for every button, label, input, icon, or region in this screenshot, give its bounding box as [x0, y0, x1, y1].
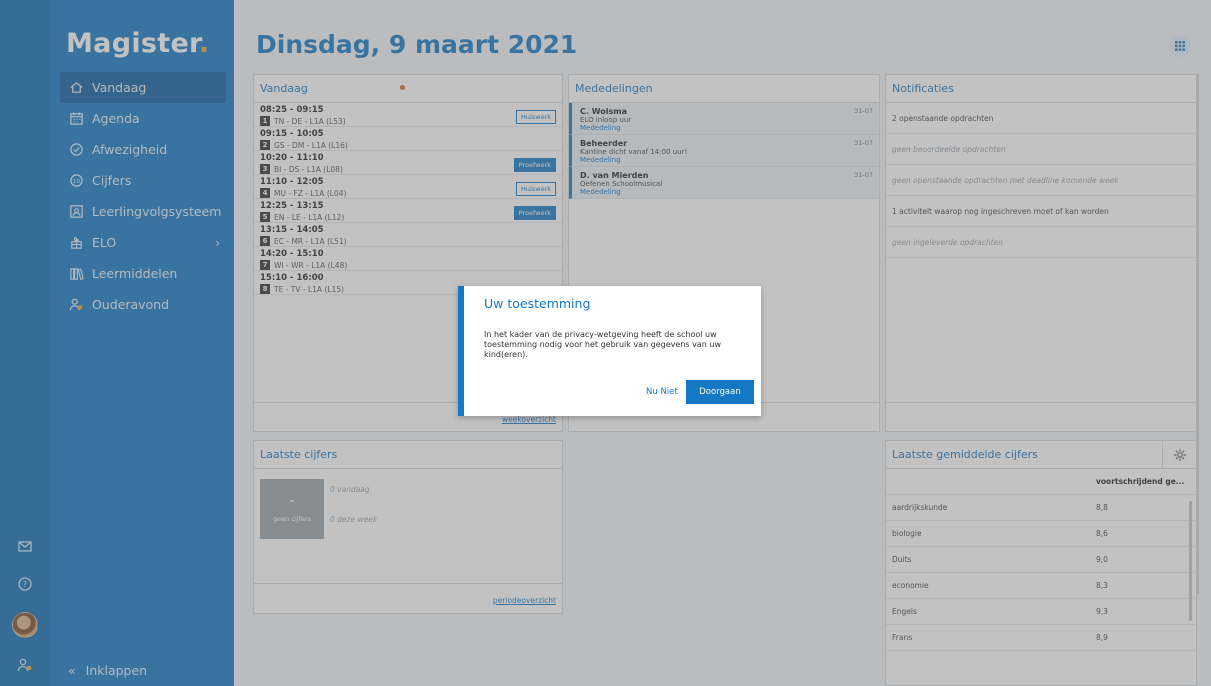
- dialog-body: In het kader van de privacy-wetgeving he…: [484, 330, 721, 359]
- not-now-button[interactable]: Nu Niet: [646, 387, 678, 397]
- continue-button[interactable]: Doorgaan: [686, 380, 754, 404]
- dialog-title: Uw toestemming: [484, 296, 591, 311]
- consent-dialog: Uw toestemming In het kader van de priva…: [458, 286, 761, 416]
